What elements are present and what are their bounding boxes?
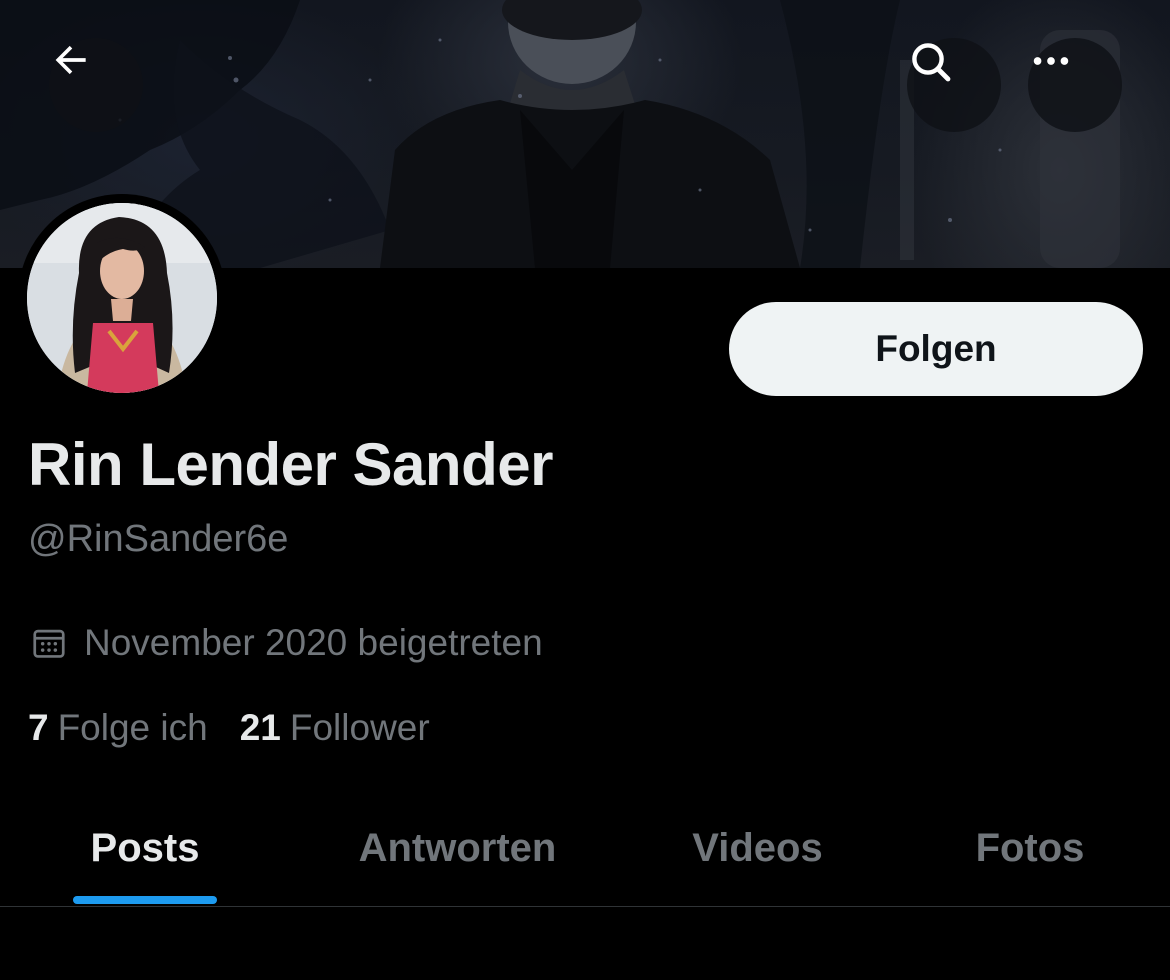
following-count: 7 bbox=[28, 707, 49, 748]
more-options-button[interactable] bbox=[1028, 38, 1122, 132]
tab-fotos[interactable]: Fotos bbox=[890, 790, 1170, 906]
calendar-icon bbox=[33, 629, 65, 658]
more-horizontal-icon bbox=[1033, 57, 1069, 65]
search-button[interactable] bbox=[907, 38, 1001, 132]
profile-name: Rin Lender Sander bbox=[28, 431, 553, 498]
followers-count: 21 bbox=[239, 707, 281, 748]
followers-link[interactable]: 21 Follower bbox=[240, 707, 430, 749]
joined-date: November 2020 beigetreten bbox=[30, 620, 543, 666]
tab-videos[interactable]: Videos bbox=[625, 790, 890, 906]
avatar-ring bbox=[18, 194, 226, 402]
joined-text: November 2020 beigetreten bbox=[84, 622, 543, 663]
following-link[interactable]: 7 Folge ich bbox=[28, 707, 208, 749]
following-label: Folge ich bbox=[57, 707, 208, 748]
tab-antworten[interactable]: Antworten bbox=[290, 790, 625, 906]
profile-handle: @RinSander6e bbox=[28, 518, 289, 560]
arrow-left-icon bbox=[55, 45, 86, 75]
avatar-image bbox=[27, 203, 217, 393]
followers-label: Follower bbox=[289, 707, 430, 748]
active-tab-indicator bbox=[73, 896, 217, 904]
profile-tabs: Posts Antworten Videos Fotos bbox=[0, 790, 1170, 907]
tab-posts[interactable]: Posts bbox=[0, 790, 290, 906]
profile-stats: 7 Folge ich 21 Follower bbox=[28, 705, 430, 751]
back-button[interactable] bbox=[49, 38, 143, 132]
follow-button[interactable]: Folgen bbox=[729, 302, 1143, 396]
search-icon bbox=[912, 43, 951, 82]
profile-page: Folgen Rin Lender Sander @RinSander6e No… bbox=[0, 0, 1170, 980]
avatar[interactable] bbox=[27, 203, 217, 393]
